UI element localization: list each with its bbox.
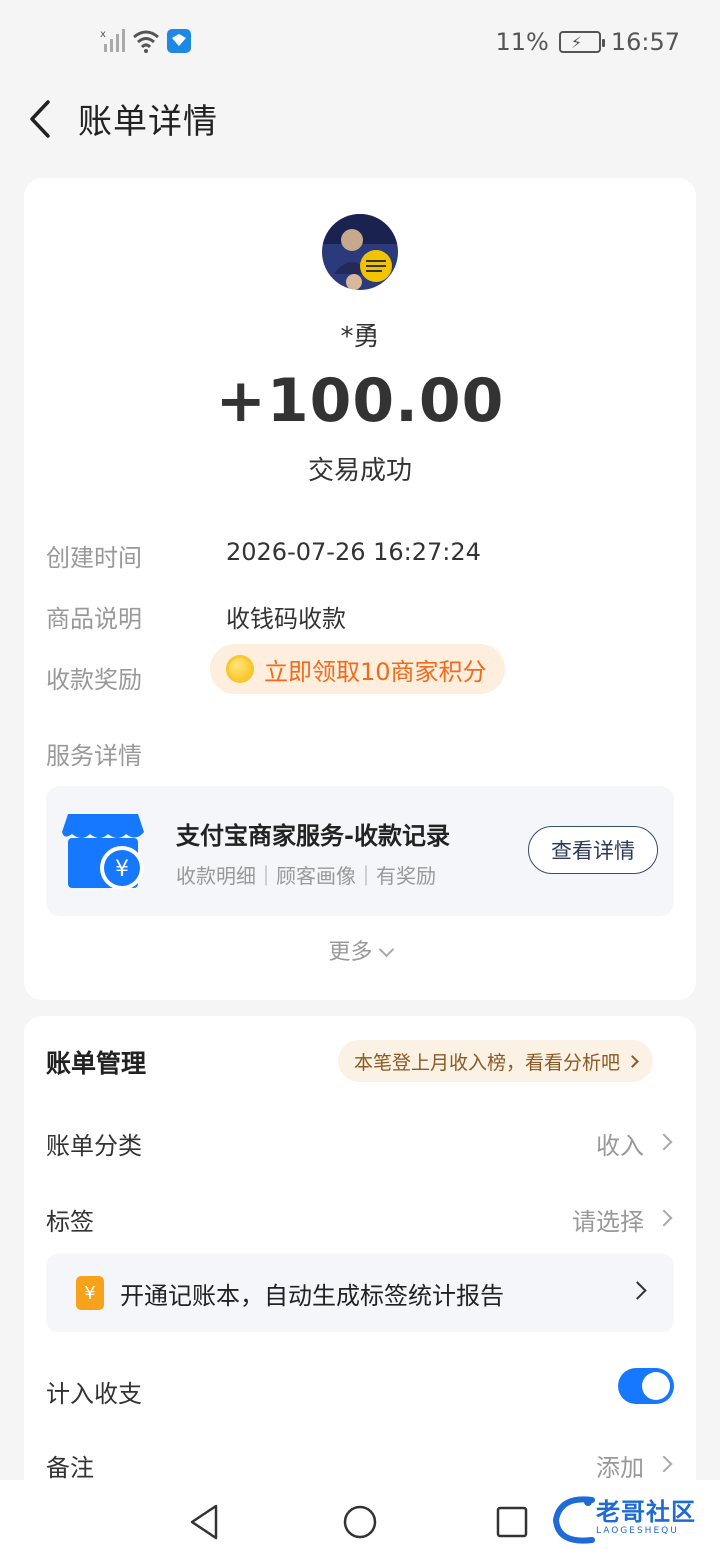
transaction-card: *勇 +100.00 交易成功 创建时间 2026-07-26 16:27:24…	[24, 178, 696, 1000]
wifi-icon	[133, 30, 159, 53]
income-ranking-pill[interactable]: 本笔登上月收入榜，看看分析吧	[338, 1040, 654, 1082]
reward-text: 立即领取10商家积分	[264, 657, 487, 686]
chevron-right-icon	[655, 1455, 673, 1473]
bookkeeping-promo[interactable]: ¥ 开通记账本，自动生成标签统计报告	[46, 1254, 674, 1332]
include-in-stats-toggle[interactable]	[618, 1368, 674, 1404]
status-icons-left: x	[100, 28, 192, 54]
status-icons-right: 11% ⚡ 16:57	[495, 28, 680, 56]
row-value: 收入	[596, 1132, 644, 1160]
chevron-down-icon	[378, 941, 394, 958]
header: 账单详情	[0, 84, 720, 154]
signal-icon: x	[100, 29, 125, 52]
service-title: 支付宝商家服务-收款记录	[176, 822, 450, 850]
counterparty-name: *勇	[340, 322, 380, 352]
chevron-right-icon	[655, 1133, 673, 1151]
chevron-right-icon	[628, 1281, 647, 1300]
clock: 16:57	[610, 28, 680, 56]
battery-icon: ⚡	[558, 31, 605, 53]
note-row[interactable]: 备注 添加	[46, 1442, 674, 1482]
chevron-right-icon	[626, 1054, 639, 1068]
nav-recent-icon[interactable]	[492, 1502, 532, 1542]
merchant-service-card[interactable]: ¥ 支付宝商家服务-收款记录 收款明细｜顾客画像｜有奖励 查看详情	[46, 786, 674, 916]
category-row[interactable]: 账单分类 收入	[46, 1120, 674, 1160]
row-label: 计入收支	[46, 1380, 142, 1408]
row-label: 账单分类	[46, 1132, 142, 1160]
transaction-amount: +100.00	[215, 366, 505, 436]
service-subtitle: 收款明细｜顾客画像｜有奖励	[176, 864, 436, 888]
bookkeeping-text: 开通记账本，自动生成标签统计报告	[120, 1282, 504, 1310]
info-label: 收款奖励	[46, 666, 142, 694]
watermark-logo: 老哥社区 LAOGESHEQU	[552, 1486, 712, 1552]
svg-text:x: x	[100, 29, 106, 40]
more-label: 更多	[328, 940, 373, 965]
battery-percent: 11%	[495, 28, 549, 56]
info-value: 2026-07-26 16:27:24	[226, 538, 481, 566]
section-title: 账单管理	[46, 1049, 147, 1078]
bill-management-card: 账单管理 本笔登上月收入榜，看看分析吧 账单分类 收入 标签 请选择 ¥ 开通记…	[24, 1016, 696, 1496]
avatar[interactable]	[322, 214, 398, 290]
back-button[interactable]	[20, 94, 60, 144]
transaction-status: 交易成功	[307, 456, 412, 486]
app-notification-icon	[167, 29, 191, 53]
nav-back-icon[interactable]	[186, 1502, 226, 1542]
more-button[interactable]: 更多	[24, 934, 696, 966]
income-ranking-text: 本笔登上月收入榜，看看分析吧	[354, 1051, 621, 1074]
watermark-text: 老哥社区	[596, 1498, 696, 1526]
reward-claim-button[interactable]: 立即领取10商家积分	[210, 644, 505, 694]
chevron-right-icon	[655, 1209, 673, 1227]
bookkeeping-icon: ¥	[76, 1276, 104, 1310]
info-value: 收钱码收款	[226, 605, 346, 633]
include-in-stats-row: 计入收支	[46, 1368, 674, 1408]
nav-home-icon[interactable]	[340, 1502, 380, 1542]
coin-icon	[226, 655, 254, 683]
row-label: 标签	[46, 1208, 94, 1236]
toggle-knob	[642, 1372, 670, 1400]
row-value: 请选择	[572, 1208, 644, 1236]
tag-row[interactable]: 标签 请选择	[46, 1196, 674, 1236]
info-label: 创建时间	[46, 544, 142, 572]
watermark-subtext: LAOGESHEQU	[596, 1526, 679, 1536]
row-value: 添加	[596, 1454, 644, 1482]
status-bar: x 11% ⚡ 16:57	[0, 0, 720, 84]
view-details-button[interactable]: 查看详情	[528, 826, 658, 874]
page-title: 账单详情	[78, 102, 218, 142]
info-label: 商品说明	[46, 605, 142, 633]
back-arrow-icon	[30, 100, 50, 138]
svg-text:¥: ¥	[115, 857, 129, 882]
system-nav-bar: 老哥社区 LAOGESHEQU	[0, 1480, 720, 1560]
shop-icon: ¥	[62, 814, 144, 890]
info-label: 服务详情	[46, 742, 142, 770]
row-label: 备注	[46, 1454, 94, 1482]
dragon-logo-icon	[552, 1496, 595, 1544]
